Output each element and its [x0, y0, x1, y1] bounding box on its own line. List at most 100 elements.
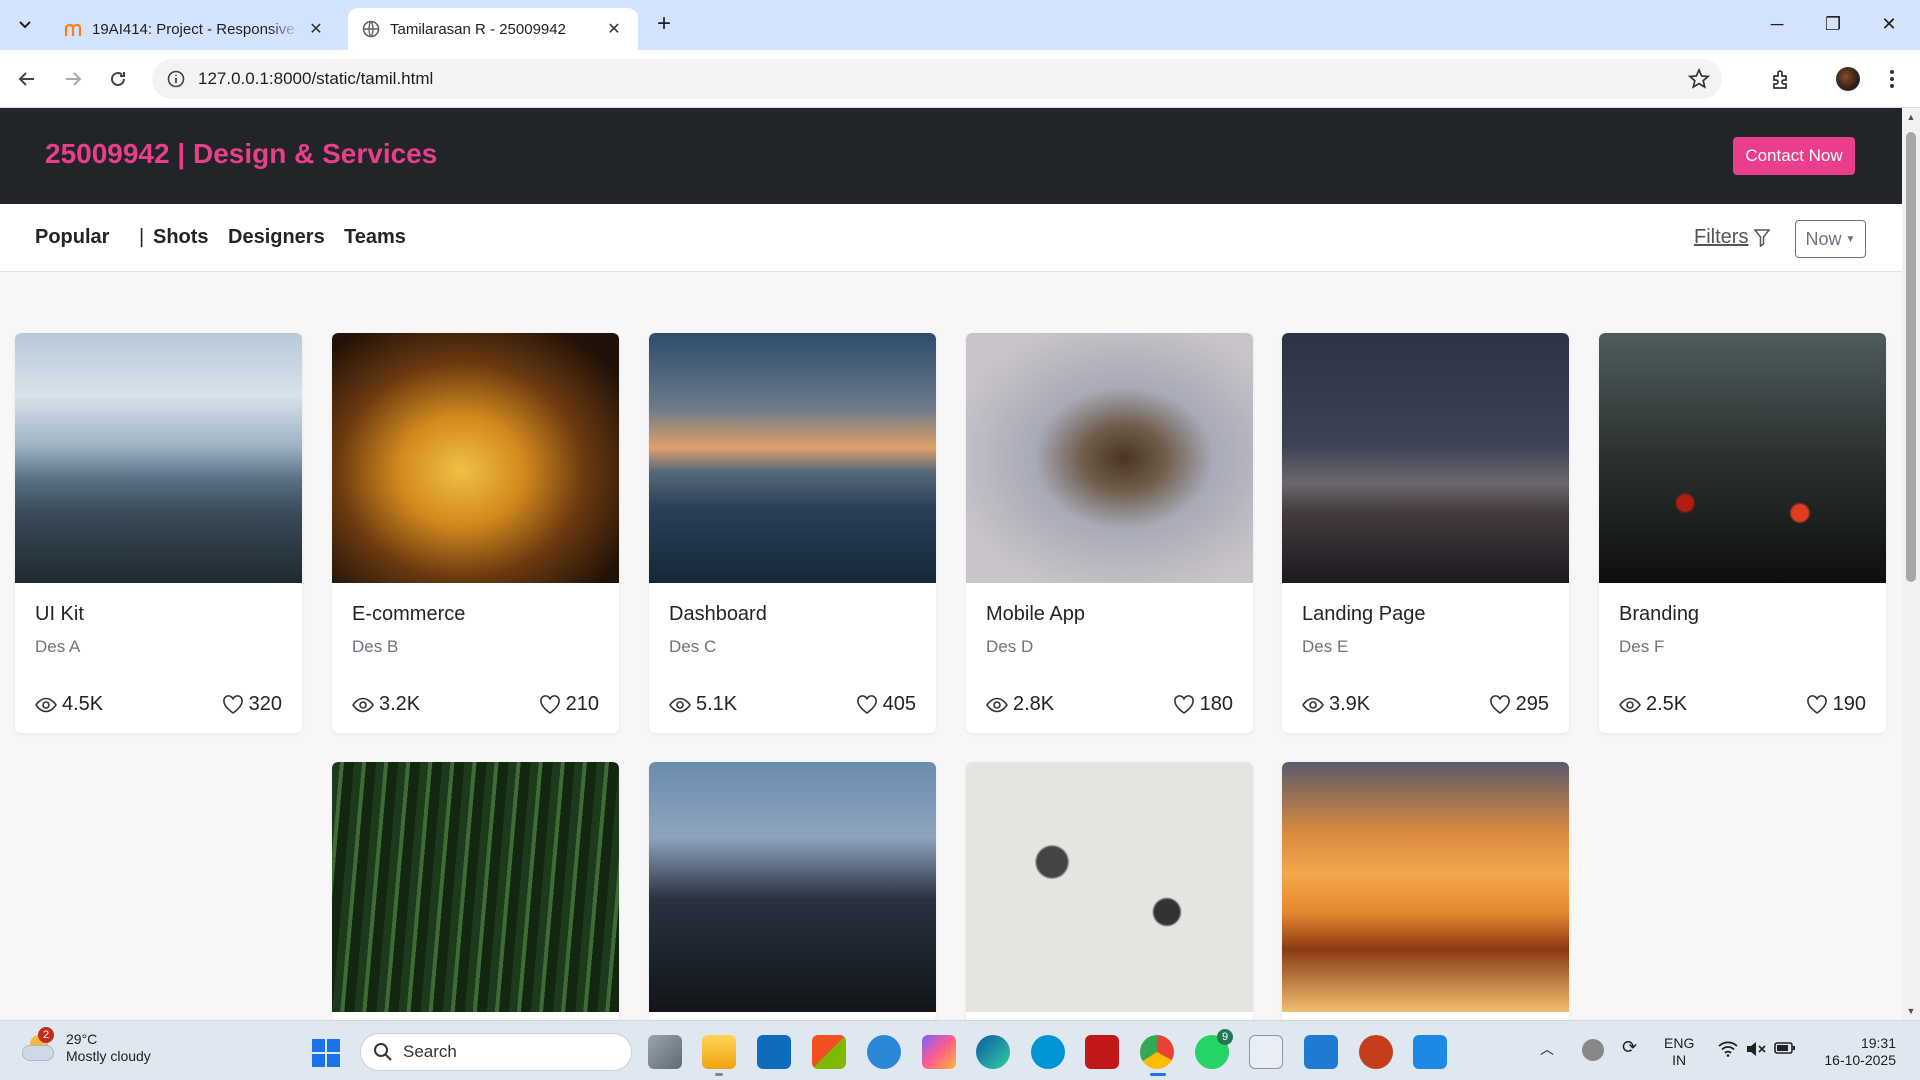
- browser-toolbar: 127.0.0.1:8000/static/tamil.html: [0, 50, 1920, 108]
- nav-designers[interactable]: Designers: [228, 226, 325, 249]
- like-count: 180: [1199, 693, 1233, 715]
- shot-thumbnail[interactable]: [649, 762, 936, 1012]
- shot-card[interactable]: UI Kit Des A 4.5K 320: [15, 333, 302, 733]
- heart-icon[interactable]: [222, 694, 244, 715]
- hp-icon[interactable]: [1031, 1035, 1065, 1069]
- shot-thumbnail[interactable]: [15, 333, 302, 583]
- shot-card[interactable]: Landing Page Des E 3.9K 295: [1282, 333, 1569, 733]
- shot-thumbnail[interactable]: [1282, 762, 1569, 1012]
- shot-card[interactable]: Dashboard Des C 5.1K 405: [649, 333, 936, 733]
- copilot-icon[interactable]: [922, 1035, 956, 1069]
- extensions-puzzle-icon[interactable]: [1766, 64, 1796, 94]
- shot-card[interactable]: [649, 762, 936, 1020]
- browser-tab-active[interactable]: Tamilarasan R - 25009942 ✕: [348, 8, 638, 50]
- address-bar[interactable]: 127.0.0.1:8000/static/tamil.html: [152, 59, 1722, 99]
- language-indicator[interactable]: ENG IN: [1664, 1035, 1694, 1069]
- shot-thumbnail[interactable]: [649, 333, 936, 583]
- view-count: 3.9K: [1329, 693, 1371, 715]
- close-tab-icon[interactable]: ✕: [604, 19, 624, 39]
- outlook-icon[interactable]: [757, 1035, 791, 1069]
- shot-title: Branding: [1619, 603, 1700, 625]
- heart-icon[interactable]: [539, 694, 561, 715]
- scroll-up-arrow-icon[interactable]: ▲: [1906, 112, 1916, 122]
- shot-card[interactable]: E-commerce Des B 3.2K 210: [332, 333, 619, 733]
- browser-tab-strip: 19AI414: Project - Responsive V ✕ Tamila…: [0, 0, 1920, 50]
- eye-icon: [986, 697, 1008, 712]
- sync-icon[interactable]: ⟳: [1622, 1038, 1637, 1056]
- scroll-down-arrow-icon[interactable]: ▼: [1906, 1006, 1916, 1016]
- shot-thumbnail[interactable]: [332, 333, 619, 583]
- shot-title: Landing Page: [1302, 603, 1426, 625]
- mcafee-icon[interactable]: [1085, 1035, 1119, 1069]
- page-scrollbar[interactable]: ▲ ▼: [1902, 108, 1920, 1020]
- kebab-menu-icon[interactable]: [1877, 64, 1907, 94]
- minimize-icon[interactable]: ─: [1754, 10, 1800, 38]
- edge-browser-icon[interactable]: [976, 1035, 1010, 1069]
- file-explorer-icon[interactable]: [702, 1035, 736, 1069]
- shot-author: Des F: [1619, 637, 1665, 656]
- vscode-icon[interactable]: [1304, 1035, 1338, 1069]
- chrome-icon[interactable]: [1140, 1035, 1174, 1069]
- shot-card[interactable]: [1282, 762, 1569, 1020]
- filters-link[interactable]: Filters: [1694, 226, 1771, 249]
- close-tab-icon[interactable]: ✕: [306, 19, 326, 39]
- new-tab-button[interactable]: +: [650, 12, 678, 38]
- get-help-icon[interactable]: [867, 1035, 901, 1069]
- onedrive-error-icon[interactable]: [1582, 1039, 1604, 1061]
- sort-value: Now: [1805, 228, 1842, 249]
- browser-tab-project[interactable]: 19AI414: Project - Responsive V ✕: [50, 8, 340, 50]
- photos-icon[interactable]: [1413, 1035, 1447, 1069]
- filter-bar: Popular | Shots Designers Teams Filters …: [0, 204, 1902, 272]
- heart-icon[interactable]: [856, 694, 878, 715]
- like-count: 295: [1515, 693, 1549, 715]
- shot-thumbnail[interactable]: [332, 762, 619, 1012]
- forward-arrow-icon[interactable]: [58, 64, 88, 94]
- snipping-tool-icon[interactable]: [1249, 1035, 1283, 1069]
- clock[interactable]: 19:31 16-10-2025: [1816, 1035, 1896, 1069]
- weather-widget[interactable]: 2 29°C Mostly cloudy: [20, 1027, 151, 1065]
- sort-dropdown[interactable]: Now ▼: [1795, 220, 1866, 258]
- heart-icon[interactable]: [1489, 694, 1511, 715]
- language-code: ENG: [1664, 1035, 1695, 1051]
- task-view-icon[interactable]: [648, 1035, 682, 1069]
- back-arrow-icon[interactable]: [12, 64, 42, 94]
- shot-thumbnail[interactable]: [966, 333, 1253, 583]
- windows-taskbar: 2 29°C Mostly cloudy Search 9 ︿ ⟳ ENG IN: [0, 1020, 1920, 1080]
- windows-start-icon[interactable]: [312, 1039, 340, 1067]
- region-code: IN: [1672, 1052, 1687, 1068]
- site-info-icon[interactable]: [166, 69, 186, 89]
- wifi-icon[interactable]: [1718, 1041, 1738, 1061]
- shot-thumbnail[interactable]: [966, 762, 1253, 1012]
- scroll-thumb[interactable]: [1906, 132, 1916, 582]
- microsoft-store-icon[interactable]: [812, 1035, 846, 1069]
- shot-thumbnail[interactable]: [1282, 333, 1569, 583]
- page-viewport: 25009942 | Design & Services Contact Now…: [0, 108, 1902, 1020]
- nav-popular[interactable]: Popular: [35, 226, 109, 249]
- taskbar-search[interactable]: Search: [360, 1033, 632, 1071]
- contact-now-button[interactable]: Contact Now: [1733, 137, 1855, 175]
- bookmark-star-icon[interactable]: [1687, 67, 1711, 95]
- heart-icon[interactable]: [1806, 694, 1828, 715]
- nav-teams[interactable]: Teams: [344, 226, 406, 249]
- heart-icon[interactable]: [1173, 694, 1195, 715]
- shot-card[interactable]: Mobile App Des D 2.8K 180: [966, 333, 1253, 733]
- profile-avatar[interactable]: [1833, 64, 1863, 94]
- restore-icon[interactable]: ❐: [1810, 10, 1856, 38]
- show-hidden-icons-chevron-icon[interactable]: ︿: [1540, 1041, 1554, 1058]
- reload-icon[interactable]: [103, 64, 133, 94]
- battery-icon[interactable]: [1774, 1041, 1796, 1059]
- muted-speaker-icon[interactable]: [1745, 1041, 1767, 1061]
- whatsapp-icon[interactable]: 9: [1195, 1029, 1233, 1069]
- search-label: Search: [403, 1042, 457, 1061]
- tab-search-button[interactable]: [10, 12, 40, 38]
- shot-thumbnail[interactable]: [1599, 333, 1886, 583]
- close-window-icon[interactable]: ✕: [1866, 10, 1912, 38]
- shot-stats: 3.9K 295: [1302, 693, 1549, 716]
- shot-title: Dashboard: [669, 603, 767, 625]
- shot-card[interactable]: Branding Des F 2.5K 190: [1599, 333, 1886, 733]
- nav-shots[interactable]: Shots: [153, 226, 209, 249]
- shot-card[interactable]: [332, 762, 619, 1020]
- powerpoint-icon[interactable]: [1359, 1035, 1393, 1069]
- shot-card[interactable]: [966, 762, 1253, 1020]
- site-brand[interactable]: 25009942 | Design & Services: [45, 138, 437, 170]
